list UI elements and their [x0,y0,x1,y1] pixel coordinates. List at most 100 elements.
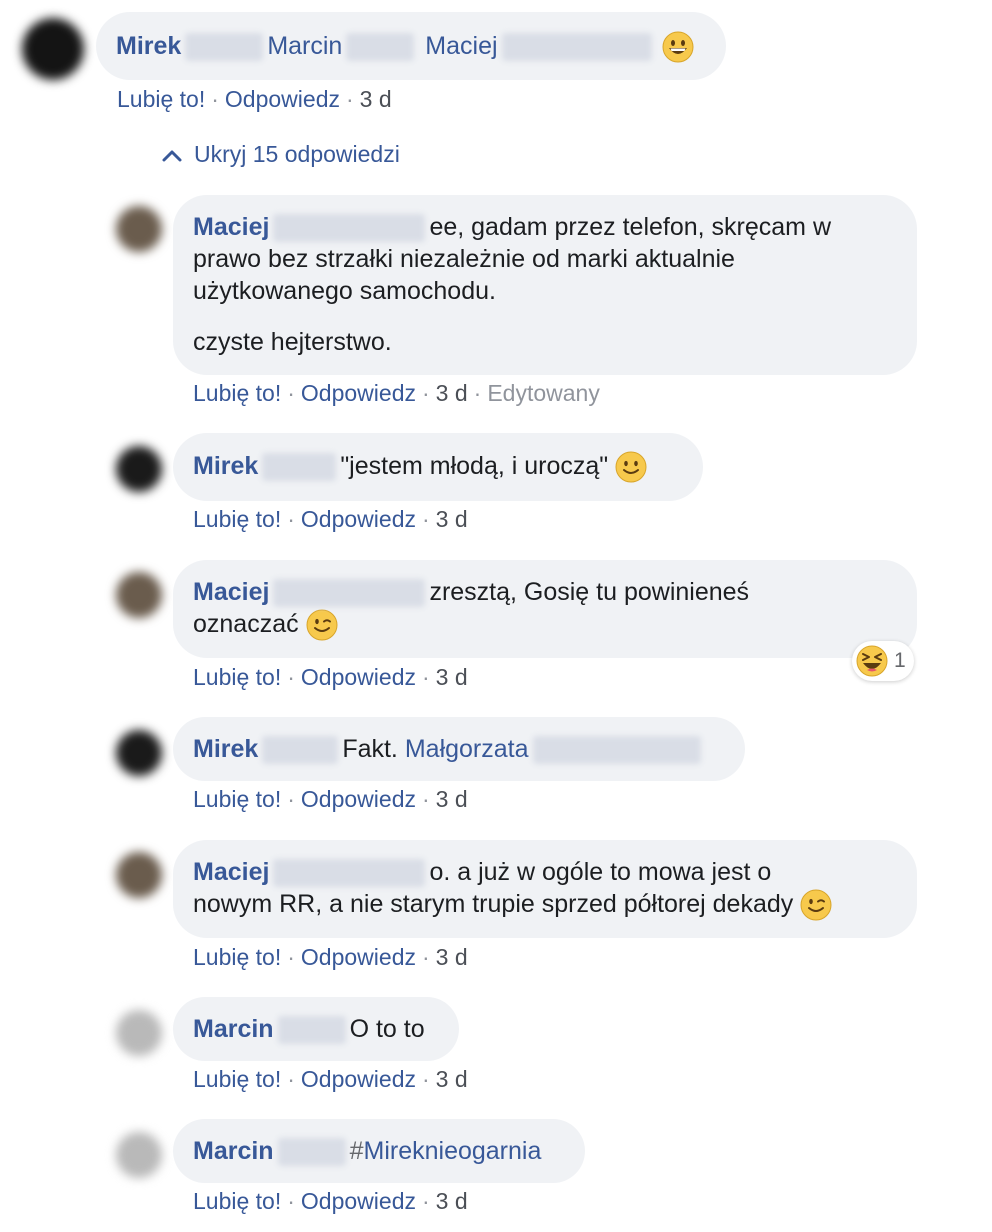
comment-text-line: prawo bez strzałki niezależnie od marki … [193,245,735,273]
separator: · [473,380,482,406]
comment-actions: Lubię to! · Odpowiedz · 3 d [193,505,468,533]
winking-face-icon [800,889,832,921]
redacted-surname [185,33,264,62]
redacted-surname [346,33,415,62]
timestamp[interactable]: 3 d [436,1188,468,1214]
like-link[interactable]: Lubię to! [193,380,281,406]
comment-actions: Lubię to! · Odpowiedz · 3 d · Edytowany [193,379,600,407]
timestamp[interactable]: 3 d [436,786,468,812]
separator: · [346,86,354,112]
comment-bubble: Marcin O to to [173,997,459,1061]
comment-bubble: Marcin #Mireknieogarnia [173,1119,585,1183]
author-name[interactable]: Mirek [193,452,258,480]
comment-text: Fakt. [342,735,398,763]
comment-actions: Lubię to! · Odpowiedz · 3 d [193,943,468,971]
separator: · [422,380,430,406]
separator: · [211,86,219,112]
reply-link[interactable]: Odpowiedz [301,944,416,970]
avatar[interactable] [116,572,162,618]
redacted-surname [273,214,426,243]
redacted-surname [273,859,426,888]
timestamp[interactable]: 3 d [436,944,468,970]
like-link[interactable]: Lubię to! [193,506,281,532]
reply-link[interactable]: Odpowiedz [301,786,416,812]
redacted-surname [277,1016,346,1045]
comment-text-paragraph: czyste hejterstwo. [193,328,392,356]
avatar[interactable] [116,1132,162,1178]
like-link[interactable]: Lubię to! [193,1066,281,1092]
avatar[interactable] [116,852,162,898]
author-name[interactable]: Maciej [193,578,269,606]
avatar[interactable] [116,730,162,776]
tagged-user[interactable]: Małgorzata [405,735,529,763]
separator: · [287,506,295,532]
like-link[interactable]: Lubię to! [193,1188,281,1214]
author-name[interactable]: Mirek [193,735,258,763]
author-name[interactable]: Maciej [193,858,269,886]
comment-text-line: o. a już w ogóle to mowa jest o [429,858,772,886]
reply-link[interactable]: Odpowiedz [301,1066,416,1092]
separator: · [422,1188,430,1214]
separator: · [287,1188,295,1214]
comment-text: O to to [349,1015,425,1043]
comment-text: "jestem młodą, i uroczą" [340,452,609,480]
reply-link[interactable]: Odpowiedz [301,380,416,406]
comment-thread: Mirek Marcin Maciej Lubię to! · Odpowiedz · 3… [0,0,992,1232]
redacted-surname [501,33,652,62]
winking-face-icon [306,609,338,641]
timestamp[interactable]: 3 d [436,1066,468,1092]
avatar[interactable] [116,1010,162,1056]
like-link[interactable]: Lubię to! [193,664,281,690]
reply-link[interactable]: Odpowiedz [301,506,416,532]
reaction-count[interactable]: 1 [852,641,914,681]
hashtag-link[interactable]: Mireknieogarnia [364,1137,542,1165]
redacted-surname [532,736,701,765]
avatar[interactable] [116,206,162,252]
comment-text-line: użytkowanego samochodu. [193,277,496,305]
chevron-up-icon [160,144,184,168]
laughing-squinting-face-icon [856,645,888,677]
separator: · [287,786,295,812]
timestamp[interactable]: 3 d [436,506,468,532]
avatar[interactable] [116,446,162,492]
tagged-user[interactable]: Maciej [425,32,497,60]
comment-actions: Lubię to! · Odpowiedz · 3 d [117,85,392,113]
timestamp[interactable]: 3 d [360,86,392,112]
edited-label[interactable]: Edytowany [487,380,600,406]
redacted-surname [262,736,339,765]
author-name[interactable]: Marcin [193,1015,274,1043]
comment-text-line: zresztą, Gosię tu powinieneś [429,578,750,606]
comment-bubble: Mirek Fakt. Małgorzata [173,717,745,781]
like-link[interactable]: Lubię to! [117,86,205,112]
like-link[interactable]: Lubię to! [193,786,281,812]
reply-link[interactable]: Odpowiedz [301,1188,416,1214]
tagged-user[interactable]: Marcin [267,32,342,60]
separator: · [422,664,430,690]
comment-text-line: ee, gadam przez telefon, skręcam w [429,213,832,241]
reaction-count-value: 1 [894,649,906,672]
author-name[interactable]: Marcin [193,1137,274,1165]
redacted-surname [262,453,337,482]
author-name[interactable]: Maciej [193,213,269,241]
timestamp[interactable]: 3 d [436,664,468,690]
timestamp[interactable]: 3 d [436,380,468,406]
comment-bubble: Mirek "jestem młodą, i uroczą" [173,433,703,501]
hide-replies-link[interactable]: Ukryj 15 odpowiedzi [160,138,400,170]
separator: · [287,944,295,970]
reply-link[interactable]: Odpowiedz [301,664,416,690]
separator: · [422,944,430,970]
redacted-surname [273,579,426,608]
separator: · [422,786,430,812]
comment-actions: Lubię to! · Odpowiedz · 3 d [193,1187,468,1215]
avatar[interactable] [22,18,84,80]
author-name[interactable]: Mirek [116,32,181,60]
comment-actions: Lubię to! · Odpowiedz · 3 d [193,663,468,691]
separator: · [287,1066,295,1092]
grinning-face-icon [662,31,694,63]
like-link[interactable]: Lubię to! [193,944,281,970]
comment-bubble: Maciej ee, gadam przez telefon, skręcam w… [173,195,917,375]
reply-link[interactable]: Odpowiedz [225,86,340,112]
hide-replies-label: Ukryj 15 odpowiedzi [194,141,400,167]
comment-bubble: Mirek Marcin Maciej [96,12,726,80]
comment-text-line: nowym RR, a nie starym trupie sprzed pół… [193,890,794,918]
